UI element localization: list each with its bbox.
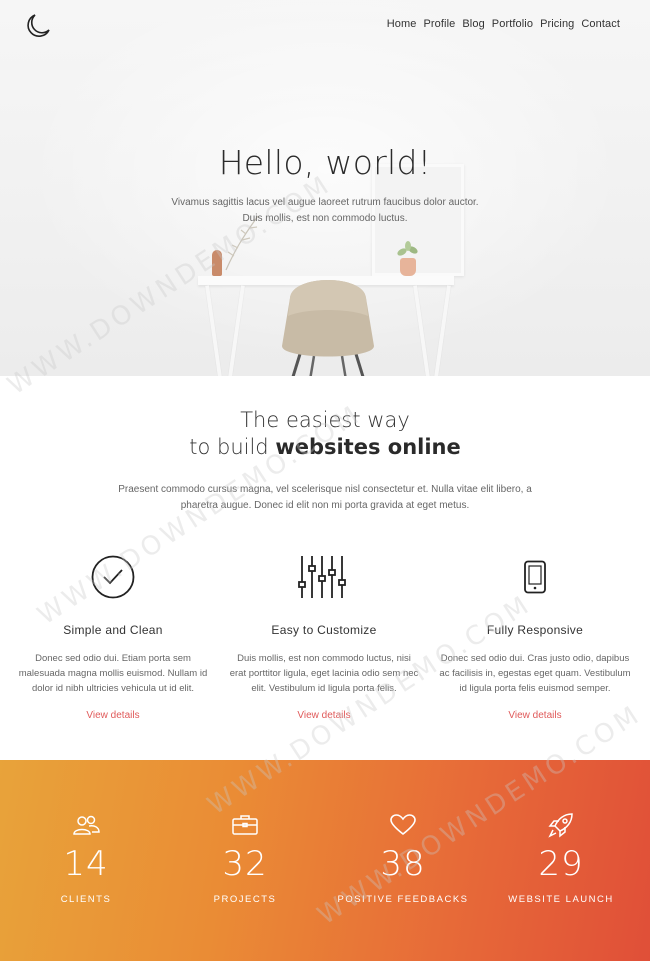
smartphone-icon [435,552,635,602]
rocket-icon [480,812,642,838]
stat-number: 32 [222,844,268,884]
check-circle-icon [13,552,213,602]
feature-title: Fully Responsive [486,623,584,637]
feature-text: Donec sed odio dui. Cras justo odio, dap… [439,653,631,694]
heart-icon [322,812,484,838]
hero-subtitle: Vivamus sagittis lacus vel augue laoreet… [0,195,650,227]
stat-launch: 29 WEBSITE LAUNCH [480,812,642,905]
hero-title: Hello, world! [218,143,432,182]
section-title-line2-prefix: to build [189,435,276,459]
nav-portfolio[interactable]: Portfolio [492,18,533,30]
section-title-line1: The easiest way [240,408,410,432]
view-details-link[interactable]: View details [435,710,635,721]
section-description: Praesent commodo cursus magna, vel scele… [118,484,532,511]
section-title: The easiest way to build websites online [0,407,650,461]
nav-pricing[interactable]: Pricing [540,18,574,30]
hero-subtitle-line: Duis mollis, est non commodo luctus. [242,213,408,224]
feature-card: Fully Responsive Donec sed odio dui. Cra… [435,552,635,721]
main-nav: Home Profile Blog Portfolio Pricing Cont… [387,18,620,30]
feature-text: Duis mollis, est non commodo luctus, nis… [229,653,419,694]
chair [282,280,374,376]
stat-number: 29 [538,844,584,884]
feature-text: Donec sed odio dui. Etiam porta sem male… [18,653,208,694]
nav-profile[interactable]: Profile [423,18,455,30]
briefcase-icon [164,812,326,838]
feature-title: Simple and Clean [63,623,163,637]
view-details-link[interactable]: View details [224,710,424,721]
section-title-emphasis: websites online [275,435,461,459]
stat-clients: 14 CLIENTS [5,812,167,905]
plant-leaves [397,241,418,256]
stat-label: POSITIVE FEEDBACKS [337,894,469,905]
hero-subtitle-line: Vivamus sagittis lacus vel augue laoreet… [171,197,479,208]
feature-card: Easy to Customize Duis mollis, est non c… [224,552,424,721]
stat-feedbacks: 38 POSITIVE FEEDBACKS [322,812,484,905]
stat-number: 14 [63,844,109,884]
nav-home[interactable]: Home [387,18,417,30]
nav-contact[interactable]: Contact [581,18,620,30]
nav-blog[interactable]: Blog [462,18,484,30]
vase [212,250,222,276]
feature-card: Simple and Clean Donec sed odio dui. Eti… [13,552,213,721]
feature-title: Easy to Customize [271,623,377,637]
moon-logo-icon[interactable] [24,12,52,40]
stat-label: CLIENTS [60,894,112,905]
stat-label: PROJECTS [213,894,277,905]
users-icon [5,812,167,838]
sliders-icon [224,552,424,602]
stat-projects: 32 PROJECTS [164,812,326,905]
stats-section: 14 CLIENTS 32 PROJECTS 38 POSITIVE FEEDB… [0,760,650,961]
hero-section: Home Profile Blog Portfolio Pricing Cont… [0,0,650,376]
stat-number: 38 [380,844,426,884]
stat-label: WEBSITE LAUNCH [508,894,614,905]
view-details-link[interactable]: View details [13,710,213,721]
